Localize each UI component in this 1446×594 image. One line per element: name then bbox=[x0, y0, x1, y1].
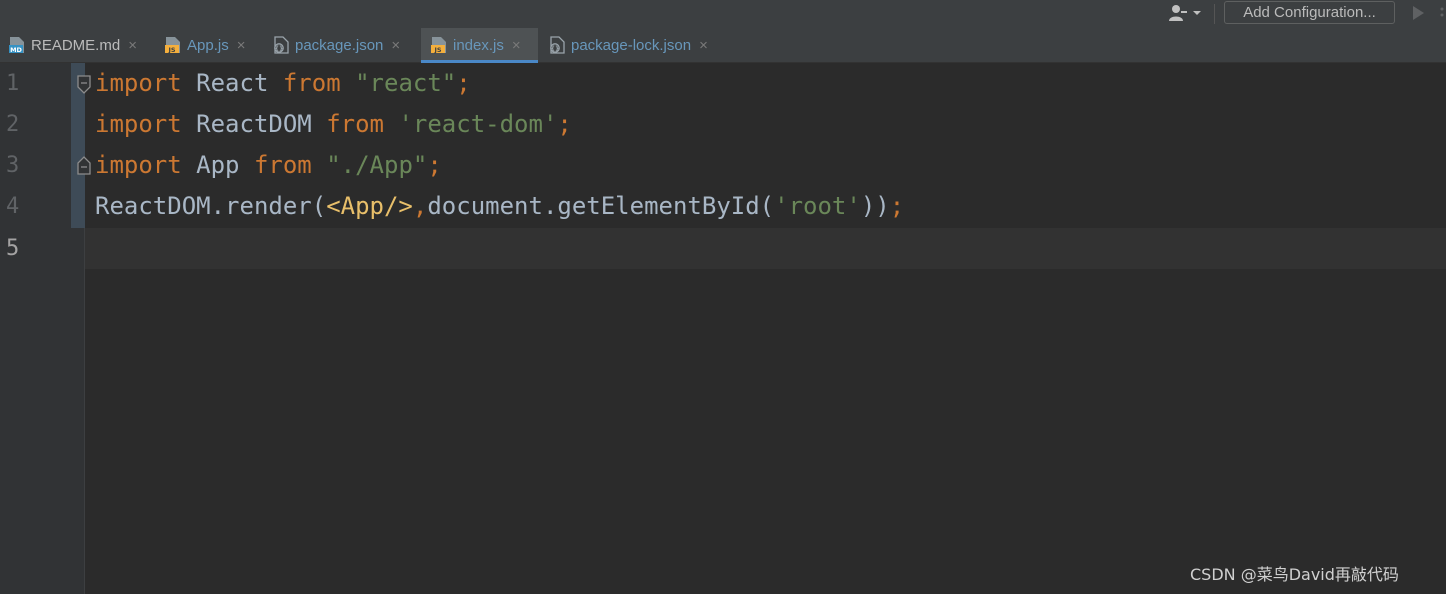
close-icon[interactable]: × bbox=[391, 38, 400, 53]
tab-label: README.md bbox=[31, 36, 121, 54]
close-icon[interactable]: × bbox=[237, 38, 246, 53]
code-line[interactable]: import App from "./App"; bbox=[95, 145, 442, 186]
code-token: import bbox=[95, 69, 182, 97]
code-line[interactable]: ReactDOM.render(<App/>,document.getEleme… bbox=[95, 186, 904, 227]
close-icon[interactable]: × bbox=[128, 38, 137, 53]
js-file-icon: JS bbox=[431, 37, 446, 54]
code-token: "react" bbox=[355, 69, 457, 97]
code-line[interactable]: import React from "react"; bbox=[95, 63, 471, 104]
code-token: React bbox=[181, 69, 283, 97]
svg-text:{}: {} bbox=[551, 45, 560, 52]
tab-label: index.js bbox=[453, 36, 504, 54]
code-token: import bbox=[95, 110, 182, 138]
caret-row-highlight bbox=[0, 228, 1446, 269]
code-token: ReactDOM bbox=[181, 110, 327, 138]
svg-text:{}: {} bbox=[275, 45, 284, 52]
code-token: document.getElementById( bbox=[427, 192, 775, 220]
line-number: 5 bbox=[6, 236, 20, 261]
close-icon[interactable]: × bbox=[512, 38, 521, 53]
code-token: ; bbox=[427, 151, 442, 179]
line-number: 2 bbox=[6, 112, 20, 137]
editor-tab-bar: MD README.md × JS App.js × {} package.js… bbox=[0, 28, 1446, 63]
code-token: , bbox=[412, 192, 428, 220]
chevron-down-icon bbox=[1193, 11, 1201, 15]
user-menu-button[interactable] bbox=[1168, 2, 1204, 24]
code-token: 'root' bbox=[774, 192, 861, 220]
svg-text:JS: JS bbox=[433, 46, 441, 54]
code-token: 'react-dom' bbox=[398, 110, 558, 138]
fold-start-icon[interactable] bbox=[76, 75, 92, 95]
svg-text:JS: JS bbox=[167, 46, 175, 54]
ide-window: Add Configuration... MD README.md × JS A… bbox=[0, 0, 1446, 594]
more-icon[interactable] bbox=[1438, 4, 1446, 22]
tab-label: App.js bbox=[187, 36, 229, 54]
tab-label: package-lock.json bbox=[571, 36, 692, 54]
tab-app-js[interactable]: JS App.js × bbox=[164, 28, 256, 62]
svg-text:MD: MD bbox=[10, 46, 22, 54]
json-file-icon: {} bbox=[274, 36, 289, 54]
add-configuration-button[interactable]: Add Configuration... bbox=[1224, 1, 1395, 24]
line-number: 1 bbox=[6, 71, 20, 96]
tab-package-lock-json[interactable]: {} package-lock.json × bbox=[548, 28, 728, 62]
user-icon bbox=[1169, 5, 1187, 21]
code-line[interactable]: import ReactDOM from 'react-dom'; bbox=[95, 104, 572, 145]
code-token: from bbox=[253, 151, 312, 179]
tab-package-json[interactable]: {} package.json × bbox=[272, 28, 414, 62]
top-toolbar: Add Configuration... bbox=[0, 0, 1446, 28]
code-token: ; bbox=[456, 69, 471, 97]
code-token: <App/> bbox=[326, 192, 413, 220]
close-icon[interactable]: × bbox=[699, 38, 708, 53]
code-token: )) bbox=[860, 192, 890, 220]
code-token: from bbox=[282, 69, 341, 97]
tab-readme[interactable]: MD README.md × bbox=[8, 28, 154, 62]
tab-label: package.json bbox=[295, 36, 384, 54]
code-token: "./App" bbox=[326, 151, 428, 179]
line-number: 4 bbox=[6, 194, 20, 219]
play-icon[interactable] bbox=[1410, 4, 1426, 22]
code-token: from bbox=[326, 110, 384, 138]
code-token: import bbox=[95, 151, 182, 179]
code-token: ; bbox=[557, 110, 572, 138]
toolbar-divider bbox=[1214, 4, 1215, 24]
code-token: ReactDOM.render( bbox=[95, 192, 327, 220]
fold-end-icon[interactable] bbox=[76, 155, 92, 175]
watermark: CSDN @菜鸟David再敲代码 bbox=[1190, 565, 1399, 584]
code-token: ; bbox=[889, 192, 905, 220]
js-file-icon: JS bbox=[165, 37, 180, 54]
tab-index-js[interactable]: JS index.js × bbox=[421, 28, 538, 63]
line-number: 3 bbox=[6, 153, 20, 178]
markdown-file-icon: MD bbox=[9, 37, 24, 54]
json-file-icon: {} bbox=[550, 36, 565, 54]
code-token: App bbox=[181, 151, 254, 179]
